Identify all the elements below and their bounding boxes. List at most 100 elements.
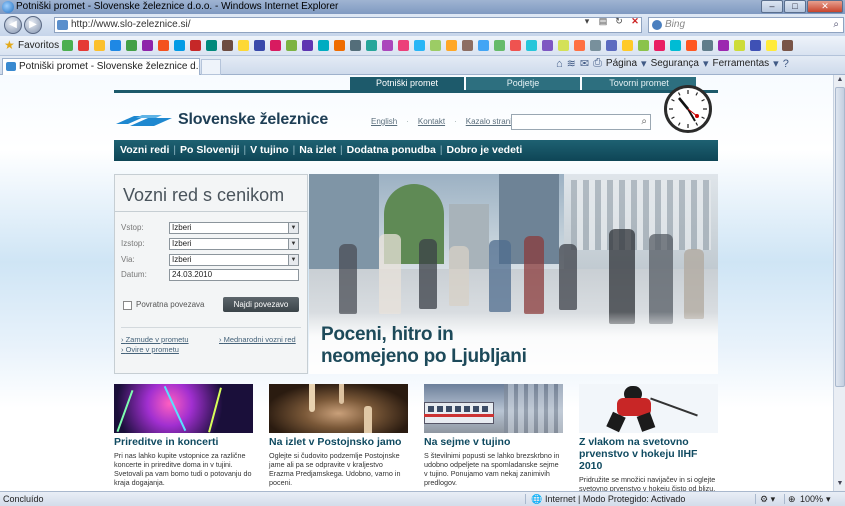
- link-delays[interactable]: › Zamude v prometu: [121, 335, 189, 344]
- favorite-shortcut-icon[interactable]: [686, 40, 697, 51]
- favorite-shortcut-icon[interactable]: [494, 40, 505, 51]
- zone-settings-icon[interactable]: ⚙ ▾: [760, 492, 775, 506]
- link-contact[interactable]: Kontakt: [418, 117, 445, 126]
- favorite-shortcut-icon[interactable]: [766, 40, 777, 51]
- teaser-postojna[interactable]: Na izlet v Postojnsko jamo Oglejte si ču…: [269, 384, 408, 487]
- favorite-shortcut-icon[interactable]: [206, 40, 217, 51]
- favorite-shortcut-icon[interactable]: [590, 40, 601, 51]
- teaser-concerts[interactable]: Prireditve in koncerti Pri nas lahko kup…: [114, 384, 253, 487]
- nav-extra-offer[interactable]: Dodatna ponudba: [347, 140, 436, 161]
- favorite-shortcut-icon[interactable]: [254, 40, 265, 51]
- favorite-shortcut-icon[interactable]: [334, 40, 345, 51]
- favorite-shortcut-icon[interactable]: [286, 40, 297, 51]
- favorite-shortcut-icon[interactable]: [222, 40, 233, 51]
- mail-icon[interactable]: ✉: [580, 57, 589, 70]
- arrival-select[interactable]: Izberi ▼: [169, 238, 299, 250]
- teaser-title[interactable]: Prireditve in koncerti: [114, 436, 253, 448]
- favorites-button[interactable]: Favoritos: [18, 40, 59, 51]
- link-obstacles[interactable]: › Ovire v prometu: [121, 345, 179, 354]
- address-input[interactable]: http://www.slo-zeleznice.si/: [54, 17, 642, 33]
- favorite-shortcut-icon[interactable]: [750, 40, 761, 51]
- favorite-shortcut-icon[interactable]: [654, 40, 665, 51]
- via-select[interactable]: Izberi ▼: [169, 254, 299, 266]
- favorite-shortcut-icon[interactable]: [78, 40, 89, 51]
- scroll-down-icon[interactable]: ▼: [835, 480, 845, 490]
- top-tab-company[interactable]: Podjetje: [466, 77, 580, 90]
- favorite-shortcut-icon[interactable]: [574, 40, 585, 51]
- address-dropdown-icon[interactable]: ▾: [580, 15, 594, 27]
- help-icon[interactable]: ?: [783, 58, 789, 70]
- minimize-button[interactable]: –: [761, 0, 783, 13]
- forward-button[interactable]: ▶: [24, 16, 42, 34]
- favorite-shortcut-icon[interactable]: [734, 40, 745, 51]
- favorite-shortcut-icon[interactable]: [670, 40, 681, 51]
- favorite-shortcut-icon[interactable]: [238, 40, 249, 51]
- find-connection-button[interactable]: Najdi povezavo: [223, 297, 299, 312]
- favorite-shortcut-icon[interactable]: [110, 40, 121, 51]
- favorite-shortcut-icon[interactable]: [62, 40, 73, 51]
- favorite-shortcut-icon[interactable]: [302, 40, 313, 51]
- favorite-shortcut-icon[interactable]: [510, 40, 521, 51]
- favorite-shortcut-icon[interactable]: [174, 40, 185, 51]
- favorite-shortcut-icon[interactable]: [462, 40, 473, 51]
- site-search-icon[interactable]: ⌕: [641, 116, 647, 127]
- favorite-shortcut-icon[interactable]: [446, 40, 457, 51]
- favorite-shortcut-icon[interactable]: [638, 40, 649, 51]
- nav-timetables[interactable]: Vozni redi: [120, 140, 169, 161]
- favorite-shortcut-icon[interactable]: [542, 40, 553, 51]
- top-tab-passenger[interactable]: Potniški promet: [350, 77, 464, 90]
- nav-slovenia[interactable]: Po Sloveniji: [180, 140, 240, 161]
- favorite-shortcut-icon[interactable]: [270, 40, 281, 51]
- nav-abroad[interactable]: V tujino: [250, 140, 289, 161]
- new-tab-button[interactable]: [201, 59, 221, 75]
- favorite-shortcut-icon[interactable]: [158, 40, 169, 51]
- search-icon[interactable]: ⌕: [833, 18, 839, 32]
- search-input[interactable]: Bing ⌕: [648, 17, 844, 33]
- favorite-shortcut-icon[interactable]: [366, 40, 377, 51]
- teaser-title[interactable]: Na izlet v Postojnsko jamo: [269, 436, 408, 448]
- favorite-shortcut-icon[interactable]: [142, 40, 153, 51]
- link-english[interactable]: English: [371, 117, 397, 126]
- favorite-shortcut-icon[interactable]: [606, 40, 617, 51]
- site-search-input[interactable]: ⌕: [511, 114, 651, 130]
- nav-good-to-know[interactable]: Dobro je vedeti: [446, 140, 522, 161]
- zoom-dropdown-icon[interactable]: ▾: [826, 492, 831, 506]
- favorite-shortcut-icon[interactable]: [622, 40, 633, 51]
- page-menu[interactable]: Página: [606, 58, 637, 69]
- refresh-icon[interactable]: ↻: [612, 15, 626, 27]
- site-logo[interactable]: Slovenske železnice: [116, 110, 328, 132]
- scroll-up-icon[interactable]: ▲: [835, 76, 845, 86]
- maximize-button[interactable]: □: [784, 0, 806, 13]
- favorite-shortcut-icon[interactable]: [126, 40, 137, 51]
- compatibility-icon[interactable]: ▤: [596, 15, 610, 27]
- favorites-star-icon[interactable]: ★: [4, 38, 15, 52]
- favorite-shortcut-icon[interactable]: [558, 40, 569, 51]
- return-checkbox[interactable]: [123, 301, 132, 310]
- security-menu[interactable]: Segurança: [651, 58, 699, 69]
- teaser-title[interactable]: Z vlakom na svetovno prvenstvo v hokeju …: [579, 436, 718, 472]
- favorite-shortcut-icon[interactable]: [398, 40, 409, 51]
- vertical-scrollbar[interactable]: ▲ ▼: [833, 75, 845, 491]
- date-input[interactable]: 24.03.2010: [169, 269, 299, 281]
- feeds-icon[interactable]: ≋: [567, 57, 576, 70]
- zoom-level[interactable]: 100%: [800, 492, 823, 506]
- nav-trips[interactable]: Na izlet: [299, 140, 336, 161]
- hero-banner[interactable]: Poceni, hitro in neomejeno po Ljubljani: [309, 174, 718, 374]
- scroll-thumb[interactable]: [835, 87, 845, 387]
- favorite-shortcut-icon[interactable]: [414, 40, 425, 51]
- favorite-shortcut-icon[interactable]: [350, 40, 361, 51]
- security-zone[interactable]: Internet | Modo Protegido: Activado: [545, 492, 685, 506]
- favorite-shortcut-icon[interactable]: [526, 40, 537, 51]
- stop-icon[interactable]: ✕: [628, 15, 642, 27]
- favorite-shortcut-icon[interactable]: [382, 40, 393, 51]
- favorite-shortcut-icon[interactable]: [318, 40, 329, 51]
- favorite-shortcut-icon[interactable]: [94, 40, 105, 51]
- home-icon[interactable]: ⌂: [556, 58, 563, 70]
- teaser-hockey[interactable]: Z vlakom na svetovno prvenstvo v hokeju …: [579, 384, 718, 491]
- teaser-title[interactable]: Na sejme v tujino: [424, 436, 563, 448]
- favorite-shortcut-icon[interactable]: [478, 40, 489, 51]
- back-button[interactable]: ◀: [4, 16, 22, 34]
- tools-menu[interactable]: Ferramentas: [712, 58, 769, 69]
- teaser-fairs[interactable]: Na sejme v tujino S številnimi popusti s…: [424, 384, 563, 487]
- favorite-shortcut-icon[interactable]: [782, 40, 793, 51]
